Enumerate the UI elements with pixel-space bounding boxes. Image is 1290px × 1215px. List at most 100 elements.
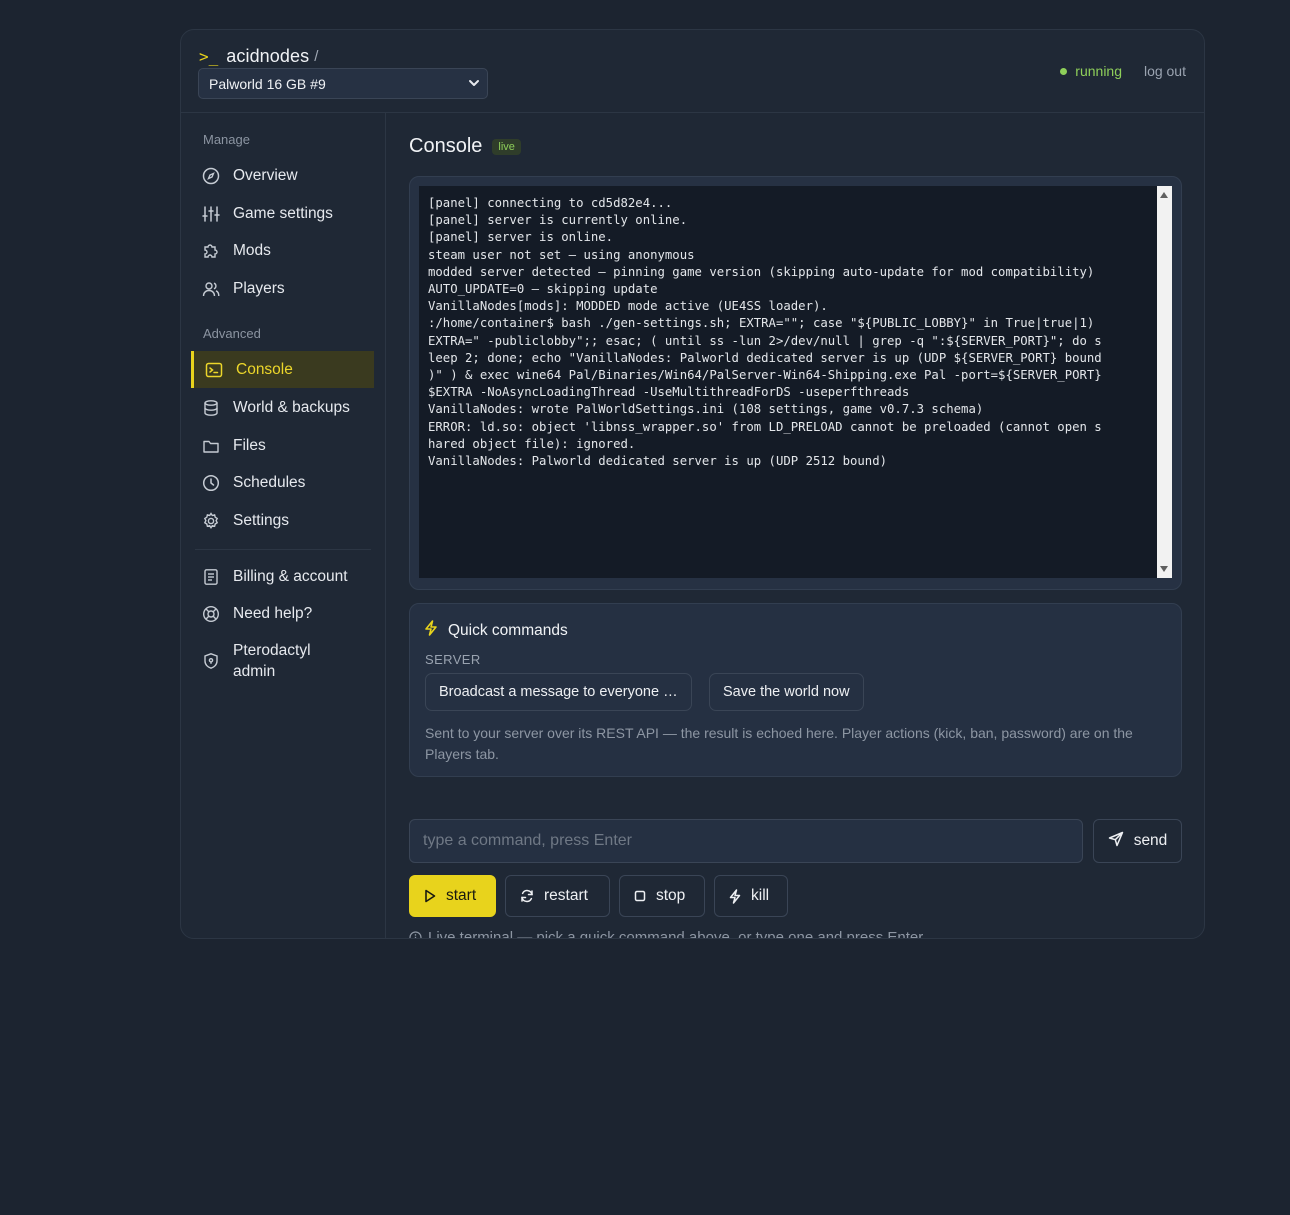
sidebar-item-label: Game settings (233, 204, 333, 222)
info-icon (409, 931, 422, 938)
console-line: VanillaNodes: Palworld dedicated server … (428, 454, 888, 469)
sidebar: Manage Overview Game settings Mods Playe… (181, 113, 386, 938)
shield-icon (202, 652, 220, 670)
brand-name[interactable]: acidnodes (226, 46, 309, 67)
console-line: VanillaNodes[mods]: MODDED mode active (… (428, 299, 828, 314)
send-label: send (1133, 832, 1168, 849)
save-world-button[interactable]: Save the world now (709, 673, 864, 711)
console-scrollbar[interactable] (1157, 186, 1172, 578)
sidebar-item-label: Mods (233, 241, 271, 259)
scroll-down-icon[interactable] (1160, 566, 1168, 572)
server-select[interactable]: Palworld 16 GB #9 (198, 68, 488, 99)
console-line: leep 2; done; echo "VanillaNodes: Palwor… (428, 350, 1102, 365)
stop-label: stop (656, 887, 686, 904)
start-label: start (446, 887, 477, 904)
lightning-icon (729, 888, 741, 904)
server-status: running (1060, 63, 1122, 79)
sidebar-item-label: Settings (233, 511, 290, 529)
console-line: AUTO_UPDATE=0 — skipping update (428, 282, 658, 297)
console-output[interactable]: [panel] connecting to cd5d82e4... [panel]… (419, 186, 1157, 578)
sidebar-item-label: World & backups (233, 398, 350, 416)
sidebar-section-advanced: Advanced (203, 326, 261, 341)
sidebar-item-label: Files (233, 436, 266, 454)
sidebar-section-manage: Manage (203, 132, 250, 147)
command-input[interactable] (409, 819, 1083, 863)
folder-icon (202, 437, 220, 455)
app-panel: >_ acidnodes / Palworld 16 GB #9 running… (180, 29, 1205, 939)
quick-commands-header: Quick commands (424, 620, 568, 641)
status-dot-icon (1060, 67, 1068, 75)
console-line: VanillaNodes: wrote PalWorldSettings.ini… (428, 402, 984, 417)
sidebar-item-schedules[interactable]: Schedules (191, 464, 374, 501)
console-line: [panel] connecting to cd5d82e4... (428, 196, 673, 210)
sidebar-item-files[interactable]: Files (191, 427, 374, 464)
console-line: ERROR: ld.so: object 'libnss_wrapper.so'… (428, 419, 1102, 434)
live-badge: live (492, 138, 521, 155)
lightning-icon (424, 620, 438, 641)
sliders-icon (202, 205, 220, 223)
console-line: [panel] server is currently online. (428, 213, 688, 228)
gear-icon (202, 511, 220, 530)
sidebar-item-mods[interactable]: Mods (191, 232, 374, 269)
console-line: :/home/container$ bash ./gen-settings.sh… (428, 316, 1095, 331)
puzzle-icon (202, 242, 220, 260)
start-button[interactable]: start (409, 875, 496, 917)
gauge-icon (202, 167, 220, 185)
console-line: [panel] server is online. (428, 230, 614, 245)
sidebar-item-label: Billing & account (233, 567, 348, 585)
database-icon (202, 399, 220, 417)
console-line: EXTRA=" -publiclobby";; esac; ( until ss… (428, 333, 1102, 348)
main-content: Console live [panel] connecting to cd5d8… (387, 113, 1204, 938)
sidebar-item-label: Console (236, 360, 293, 378)
sidebar-item-world-backups[interactable]: World & backups (191, 389, 374, 426)
sidebar-divider (195, 549, 371, 550)
clock-icon (202, 474, 220, 492)
sidebar-item-label: Need help? (233, 604, 313, 622)
page-title: Console (409, 135, 483, 157)
sidebar-item-label: Players (233, 279, 285, 297)
sidebar-item-billing[interactable]: Billing & account (191, 558, 374, 595)
sidebar-item-label: Pterodactyl admin (233, 642, 311, 680)
console-line: )" ) & exec wine64 Pal/Binaries/Win64/Pa… (428, 368, 1102, 383)
scroll-up-icon[interactable] (1160, 192, 1168, 198)
sidebar-item-console[interactable]: Console (191, 351, 374, 388)
send-icon (1108, 831, 1124, 852)
sidebar-item-settings[interactable]: Settings (191, 502, 374, 539)
sidebar-item-pterodactyl-admin[interactable]: Pterodactyl admin (191, 635, 374, 687)
kill-button[interactable]: kill (714, 875, 788, 917)
sidebar-item-game-settings[interactable]: Game settings (191, 195, 374, 232)
users-icon (202, 280, 220, 298)
terminal-icon (205, 361, 223, 379)
quick-commands-note: Sent to your server over its REST API — … (425, 725, 1133, 762)
console-line: $EXTRA -NoAsyncLoadingThread -UseMultith… (428, 385, 910, 400)
brand: >_ acidnodes / (199, 46, 318, 67)
header: >_ acidnodes / Palworld 16 GB #9 running… (181, 30, 1204, 113)
terminal-hint-text: Live terminal — pick a quick command abo… (428, 929, 927, 939)
kill-label: kill (751, 887, 770, 904)
quick-commands-title: Quick commands (448, 621, 568, 639)
console-line: modded server detected — pinning game ve… (428, 264, 1095, 279)
chevron-down-icon (467, 76, 481, 93)
console-container: [panel] connecting to cd5d82e4... [panel]… (409, 176, 1182, 590)
stop-icon (634, 890, 646, 902)
sidebar-item-players[interactable]: Players (191, 270, 374, 307)
logout-link[interactable]: log out (1144, 63, 1186, 79)
send-button[interactable]: send (1093, 819, 1182, 863)
sidebar-item-label: Overview (233, 166, 298, 184)
receipt-icon (202, 568, 220, 586)
server-select-value: Palworld 16 GB #9 (209, 75, 326, 92)
brand-separator: / (314, 48, 319, 65)
brand-prompt-icon: >_ (199, 47, 219, 66)
restart-label: restart (544, 887, 588, 904)
sidebar-item-overview[interactable]: Overview (191, 157, 374, 194)
sidebar-item-label: Schedules (233, 473, 306, 491)
sidebar-item-help[interactable]: Need help? (191, 595, 374, 632)
restart-button[interactable]: restart (505, 875, 610, 917)
stop-button[interactable]: stop (619, 875, 705, 917)
broadcast-button[interactable]: Broadcast a message to everyone … (425, 673, 692, 711)
refresh-icon (520, 889, 534, 903)
console-line: hared object file): ignored. (428, 436, 636, 451)
console-line: steam user not set — using anonymous (428, 247, 695, 262)
title-row: Console live (409, 135, 521, 158)
quick-commands-card: Quick commands SERVER Broadcast a messag… (409, 603, 1182, 777)
